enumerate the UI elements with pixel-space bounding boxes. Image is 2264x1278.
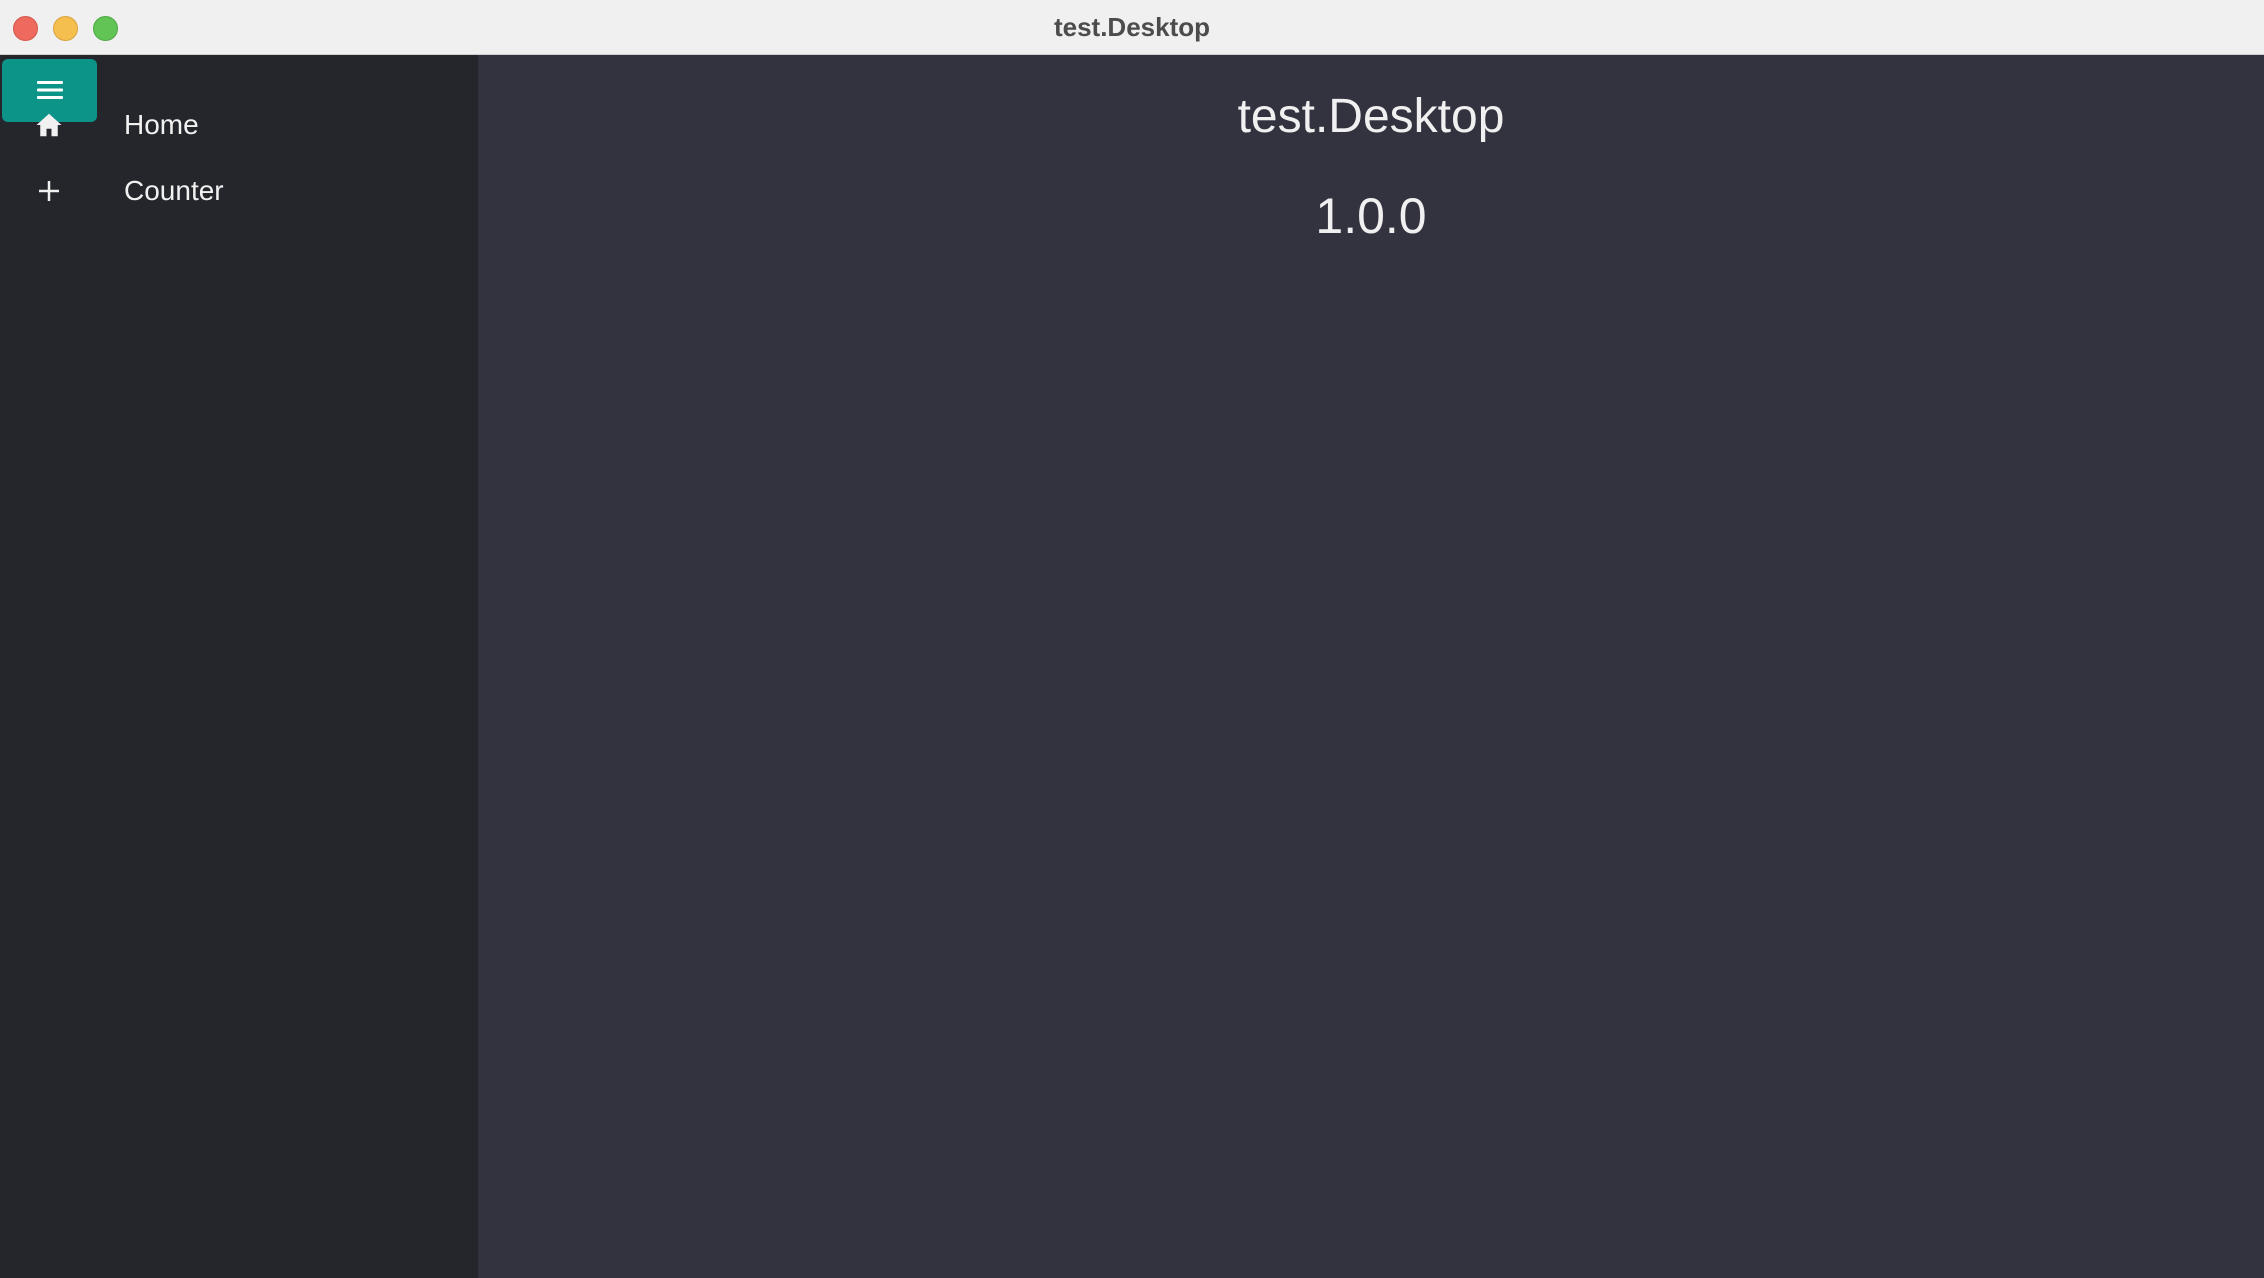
window-title: test.Desktop bbox=[1053, 12, 1211, 42]
page-title: test.Desktop bbox=[1237, 90, 1505, 143]
sidebar: Home Counter bbox=[0, 55, 478, 1278]
sidebar-item-counter[interactable]: Counter bbox=[0, 161, 478, 221]
title-bar[interactable]: test.Desktop bbox=[0, 0, 2264, 55]
app-window: test.Desktop Home Counter test.Desktop 1… bbox=[0, 0, 2264, 1278]
version-label: 1.0.0 bbox=[1315, 188, 1427, 244]
sidebar-item-label: Counter bbox=[124, 175, 224, 206]
plus-icon bbox=[39, 181, 59, 201]
sidebar-item-label: Home bbox=[124, 109, 199, 140]
main-content: test.Desktop 1.0.0 bbox=[478, 55, 2264, 1278]
app-body: Home Counter test.Desktop 1.0.0 bbox=[0, 55, 2264, 1278]
sidebar-item-home[interactable]: Home bbox=[0, 95, 478, 155]
home-icon bbox=[36, 113, 62, 137]
